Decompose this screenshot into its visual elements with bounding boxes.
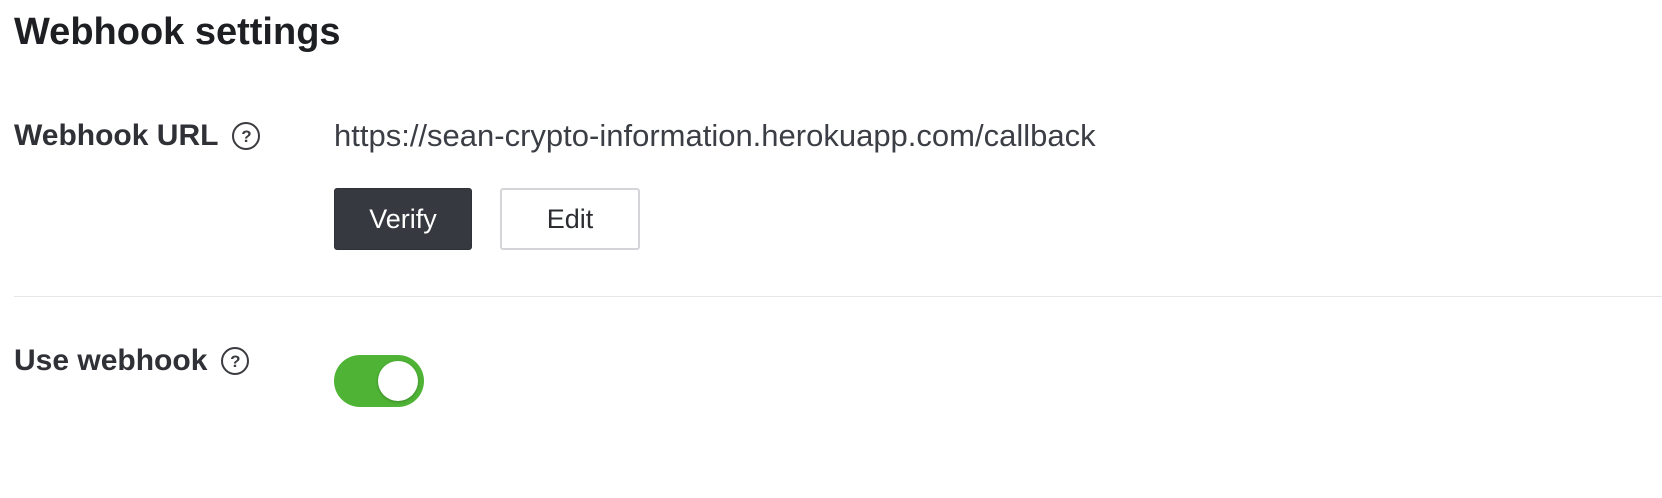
webhook-url-value: https://sean-crypto-information.herokuap… [334, 118, 1096, 153]
use-webhook-toggle[interactable] [334, 355, 424, 407]
question-circle-icon[interactable]: ? [221, 347, 250, 375]
use-webhook-label: Use webhook [14, 344, 208, 377]
use-webhook-label-row: Use webhook ? [14, 340, 250, 382]
section-divider [14, 296, 1662, 297]
page-title: Webhook settings [14, 11, 341, 53]
edit-button[interactable]: Edit [500, 188, 640, 250]
toggle-knob [378, 361, 418, 401]
verify-button[interactable]: Verify [334, 188, 472, 250]
question-circle-icon[interactable]: ? [232, 122, 261, 150]
webhook-url-label-row: Webhook URL ? [14, 116, 261, 156]
webhook-url-label: Webhook URL [14, 119, 219, 152]
